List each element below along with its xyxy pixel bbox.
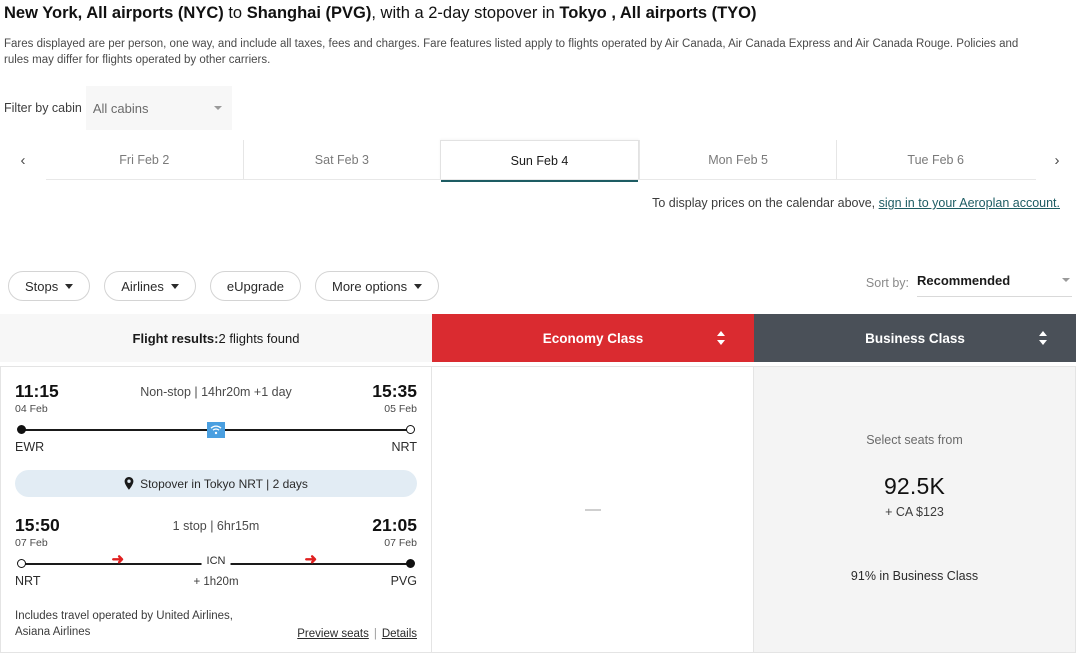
cabin-filter-label: Filter by cabin [4,101,82,115]
chevron-down-icon [65,283,74,289]
stopover-text: Stopover in Tokyo NRT | 2 days [140,476,308,491]
sort-arrows-icon [717,330,726,346]
flight-results-count: 2 flights found [218,330,300,346]
title-origin: New York, All airports (NYC) [4,4,224,22]
eupgrade-filter-label: eUpgrade [226,278,284,294]
economy-class-header-label: Economy Class [542,330,644,346]
next-dates-button[interactable]: › [1034,140,1080,180]
flight-result-row: 11:15 04 Feb 15:35 05 Feb Non-stop | 14h… [0,366,1080,653]
segment-2-destination-dot [406,559,415,568]
airlines-filter-button[interactable]: Airlines [104,271,196,301]
segment-2-stop-code: ICN [201,555,231,567]
date-bar-divider [46,179,1036,180]
flight-results-summary: Flight results: 2 flights found [0,314,432,362]
results-column-headers: Flight results: 2 flights found Economy C… [0,314,1080,362]
chevron-down-icon [213,106,222,110]
business-class-column-header[interactable]: Business Class [754,314,1076,362]
stops-filter-label: Stops [25,278,59,294]
business-select-seats-label: Select seats from [866,433,963,447]
business-class-header-label: Business Class [865,330,965,346]
segment-1-origin-dot [17,425,26,434]
fare-disclaimer: Fares displayed are per person, one way,… [4,38,1019,66]
date-tab-list: Fri Feb 2 Sat Feb 3 Sun Feb 4 Mon Feb 5 … [46,140,1034,182]
date-navigation-bar: ‹ Fri Feb 2 Sat Feb 3 Sun Feb 4 Mon Feb … [0,140,1080,182]
previous-dates-button[interactable]: ‹ [0,140,46,180]
business-fare-points: 92.5K [883,473,946,499]
economy-fare-cell[interactable] [432,366,754,653]
sort-label: Sort by: [865,276,909,290]
itinerary-cell: 11:15 04 Feb 15:35 05 Feb Non-stop | 14h… [0,366,432,653]
sort-arrows-icon [1039,330,1048,346]
more-options-filter-label: More options [331,278,408,294]
page-title: New York, All airports (NYC) to Shanghai… [4,2,1074,24]
title-stopover-city: Tokyo , All airports (TYO) [559,4,757,22]
preview-seats-link[interactable]: Preview seats [297,628,369,640]
sort-select[interactable]: Recommended [917,272,1072,297]
date-tab-fri-feb-2[interactable]: Fri Feb 2 [46,140,243,180]
cabin-filter-select[interactable]: All cabins [85,86,232,130]
stop-marker-icon: ➜ [304,551,318,568]
segment-2-summary: 1 stop | 6hr15m [172,519,260,533]
title-middle: , with a 2-day stopover in [371,4,560,22]
cabin-filter-value: All cabins [92,100,149,116]
signin-prompt-text: To display prices on the calendar above, [652,196,879,210]
segment-1-route-line [15,422,417,438]
sort-control: Sort by: Recommended [866,272,1072,297]
segment-2-origin-dot [17,559,26,568]
title-destination: Shanghai (PVG) [246,4,372,22]
signin-link[interactable]: sign in to your Aeroplan account. [879,196,1060,210]
itinerary-footnote: Includes travel operated by United Airli… [15,608,417,640]
chevron-down-icon [414,283,423,289]
date-tab-tue-feb-6[interactable]: Tue Feb 6 [836,140,1034,180]
title-connector: to [223,4,247,22]
economy-unavailable-dash [584,508,601,511]
segment-2-depart-date: 07 Feb [15,537,48,549]
business-fare-cell[interactable]: Select seats from 92.5K + CA $123 91% in… [754,366,1076,653]
chevron-down-icon [170,283,179,289]
airlines-filter-label: Airlines [121,278,164,294]
flight-segment-2: 15:50 07 Feb 21:05 07 Feb 1 stop | 6hr15… [15,515,417,588]
stop-marker-icon: ➜ [111,551,125,568]
operated-by-text: Includes travel operated by United Airli… [15,610,233,638]
filter-pill-group: Stops Airlines eUpgrade More options [8,271,440,301]
link-separator: | [373,628,377,640]
business-availability-note: 91% in Business Class [850,569,979,583]
eupgrade-filter-button[interactable]: eUpgrade [209,271,301,301]
flight-results-label: Flight results: [132,330,219,346]
more-options-filter-button[interactable]: More options [314,271,440,301]
segment-1-arrive-date: 05 Feb [384,403,417,415]
economy-class-column-header[interactable]: Economy Class [432,314,754,362]
details-link[interactable]: Details [382,628,417,640]
map-pin-icon [124,477,134,490]
wifi-icon [207,422,225,438]
segment-1-depart-date: 04 Feb [15,403,48,415]
date-tab-sun-feb-4[interactable]: Sun Feb 4 [440,140,639,182]
segment-2-layover: + 1h20m [193,576,239,588]
sort-value: Recommended [917,273,1011,288]
segment-1-origin-code: EWR [15,440,45,454]
date-tab-sat-feb-3[interactable]: Sat Feb 3 [242,140,441,180]
stops-filter-button[interactable]: Stops [8,271,91,301]
business-fare-cash: + CA $123 [885,505,944,519]
flight-search-results-page: New York, All airports (NYC) to Shanghai… [0,0,1080,653]
date-tab-mon-feb-5[interactable]: Mon Feb 5 [638,140,837,180]
segment-1-destination-code: NRT [391,440,417,454]
flight-segment-1: 11:15 04 Feb 15:35 05 Feb Non-stop | 14h… [15,381,417,454]
segment-1-destination-dot [406,425,415,434]
segment-2-arrive-date: 07 Feb [384,537,417,549]
signin-prompt: To display prices on the calendar above,… [652,196,1060,210]
segment-1-summary: Non-stop | 14hr20m +1 day [140,385,292,399]
segment-2-route-line: ➜ ➜ ICN + 1h20m [15,552,417,588]
cabin-filter: Filter by cabin All cabins [0,86,232,130]
itinerary-links: Preview seats | Details [297,628,417,640]
chevron-down-icon [1062,278,1070,282]
stopover-banner: Stopover in Tokyo NRT | 2 days [15,470,417,497]
